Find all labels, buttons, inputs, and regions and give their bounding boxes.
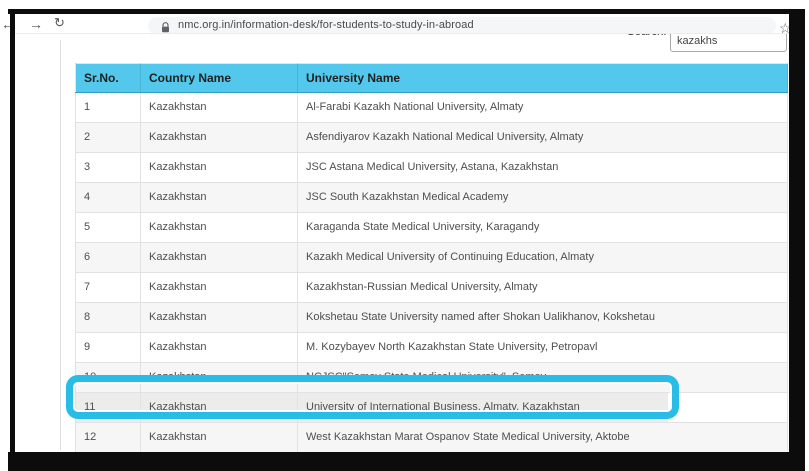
cell-sr-no: 5 xyxy=(76,213,141,243)
cell-sr-no: 4 xyxy=(76,183,141,213)
cell-country-name: Kazakhstan xyxy=(141,213,298,243)
table-body: 1KazakhstanAl-Farabi Kazakh National Uni… xyxy=(76,93,788,453)
reload-icon[interactable]: ↻ xyxy=(54,16,65,30)
universities-table: Sr.No.Country NameUniversity Name 1Kazak… xyxy=(75,63,787,452)
table-row[interactable]: 6KazakhstanKazakh Medical University of … xyxy=(76,243,788,273)
frame-bottom-edge xyxy=(8,452,805,471)
cell-country-name: Kazakhstan xyxy=(141,393,298,423)
cell-country-name: Kazakhstan xyxy=(141,93,298,123)
cell-country-name: Kazakhstan xyxy=(141,123,298,153)
cell-country-name: Kazakhstan xyxy=(141,423,298,453)
url-text[interactable]: nmc.org.in/information-desk/for-students… xyxy=(178,19,474,31)
cell-sr-no: 7 xyxy=(76,273,141,303)
cell-university-name: Kokshetau State University named after S… xyxy=(298,303,788,333)
cell-university-name: Al-Farabi Kazakh National University, Al… xyxy=(298,93,788,123)
page-viewport: Search: Sr.No.Country NameUniversity Nam… xyxy=(15,33,789,452)
column-header: University Name xyxy=(298,64,788,93)
cell-country-name: Kazakhstan xyxy=(141,153,298,183)
cell-sr-no: 9 xyxy=(76,333,141,363)
frame-left-edge xyxy=(10,9,15,455)
cell-country-name: Kazakhstan xyxy=(141,273,298,303)
cell-university-name: West Kazakhstan Marat Ospanov State Medi… xyxy=(298,423,788,453)
forward-icon[interactable]: → xyxy=(29,17,43,31)
search-input[interactable] xyxy=(670,33,787,52)
cell-country-name: Kazakhstan xyxy=(141,333,298,363)
frame-right-edge xyxy=(789,9,805,471)
column-header: Sr.No. xyxy=(76,64,141,93)
cell-university-name: University of International Business, Al… xyxy=(298,393,788,423)
cell-university-name: Kazakh Medical University of Continuing … xyxy=(298,243,788,273)
table-row[interactable]: 9KazakhstanM. Kozybayev North Kazakhstan… xyxy=(76,333,788,363)
table-row[interactable]: 11KazakhstanUniversity of International … xyxy=(76,393,788,423)
cell-sr-no: 3 xyxy=(76,153,141,183)
table-header-row: Sr.No.Country NameUniversity Name xyxy=(76,64,788,93)
cell-university-name: JSC South Kazakhstan Medical Academy xyxy=(298,183,788,213)
cell-university-name: Karaganda State Medical University, Kara… xyxy=(298,213,788,243)
cell-university-name: Asfendiyarov Kazakh National Medical Uni… xyxy=(298,123,788,153)
cell-sr-no: 12 xyxy=(76,423,141,453)
cell-country-name: Kazakhstan xyxy=(141,363,298,393)
cell-sr-no: 2 xyxy=(76,123,141,153)
table-row[interactable]: 3KazakhstanJSC Astana Medical University… xyxy=(76,153,788,183)
table-row[interactable]: 4KazakhstanJSC South Kazakhstan Medical … xyxy=(76,183,788,213)
cell-sr-no: 8 xyxy=(76,303,141,333)
cell-university-name: NCJSC"Semey State Medical University", S… xyxy=(298,363,788,393)
cell-country-name: Kazakhstan xyxy=(141,243,298,273)
cell-university-name: JSC Astana Medical University, Astana, K… xyxy=(298,153,788,183)
table-row[interactable]: 8KazakhstanKokshetau State University na… xyxy=(76,303,788,333)
search-label: Search: xyxy=(627,33,667,38)
frame-top-edge xyxy=(8,9,792,14)
cell-sr-no: 10 xyxy=(76,363,141,393)
table-row[interactable]: 2KazakhstanAsfendiyarov Kazakh National … xyxy=(76,123,788,153)
table-row[interactable]: 10KazakhstanNCJSC"Semey State Medical Un… xyxy=(76,363,788,393)
cell-university-name: Kazakhstan-Russian Medical University, A… xyxy=(298,273,788,303)
cell-sr-no: 1 xyxy=(76,93,141,123)
lock-icon xyxy=(161,20,170,38)
column-header: Country Name xyxy=(141,64,298,93)
screenshot-stage: ← → ↻ nmc.org.in/information-desk/for-st… xyxy=(0,0,809,471)
cell-university-name: M. Kozybayev North Kazakhstan State Univ… xyxy=(298,333,788,363)
table-row[interactable]: 5KazakhstanKaraganda State Medical Unive… xyxy=(76,213,788,243)
cell-sr-no: 11 xyxy=(76,393,141,423)
table-row[interactable]: 1KazakhstanAl-Farabi Kazakh National Uni… xyxy=(76,93,788,123)
cell-country-name: Kazakhstan xyxy=(141,183,298,213)
cell-country-name: Kazakhstan xyxy=(141,303,298,333)
content-card-edge xyxy=(60,40,61,450)
cell-sr-no: 6 xyxy=(76,243,141,273)
table-row[interactable]: 7KazakhstanKazakhstan-Russian Medical Un… xyxy=(76,273,788,303)
table-row[interactable]: 12KazakhstanWest Kazakhstan Marat Ospano… xyxy=(76,423,788,453)
